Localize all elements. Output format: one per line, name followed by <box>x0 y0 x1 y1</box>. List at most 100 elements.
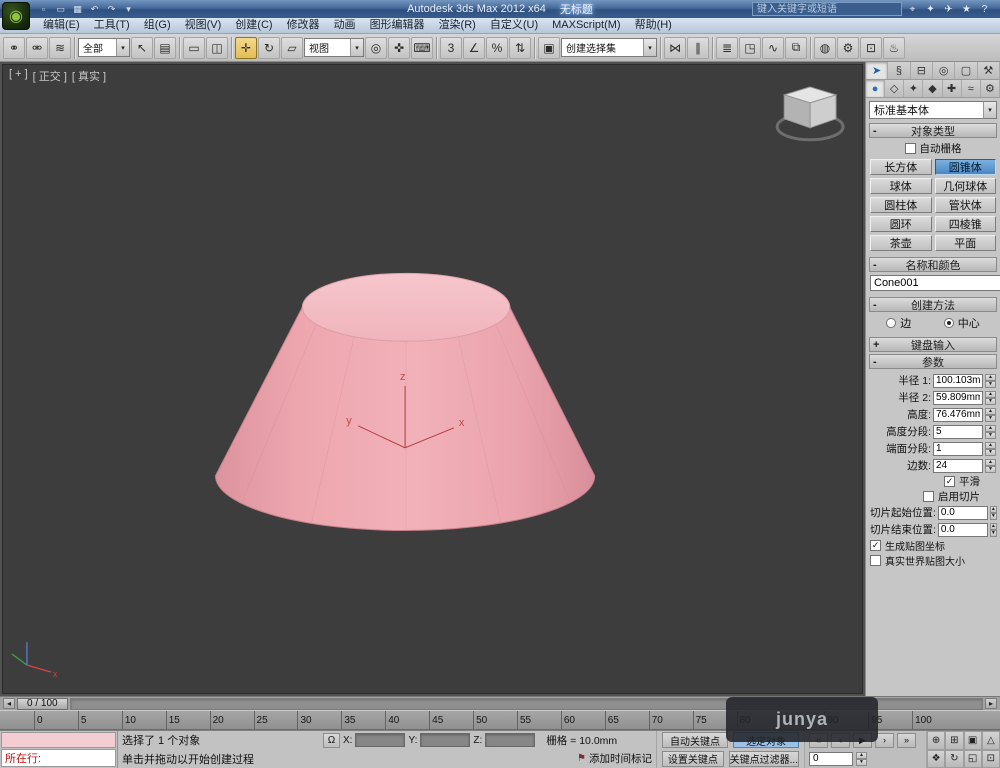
spinner-up-icon[interactable]: ▲ <box>990 506 997 513</box>
menu-rendering[interactable]: 渲染(R) <box>432 18 483 33</box>
reference-coordinate-dropdown[interactable]: 视图 ▾ <box>304 38 364 57</box>
selection-lock-icon[interactable]: Ω <box>323 733 340 748</box>
slice-to-input[interactable] <box>938 523 988 537</box>
redo-icon[interactable]: ↷ <box>104 2 119 16</box>
search-icon[interactable]: ⌖ <box>905 2 920 16</box>
rollout-keyboard-entry-header[interactable]: + 键盘输入 <box>869 337 997 352</box>
spinner-down-icon[interactable]: ▼ <box>990 530 997 537</box>
height-input[interactable] <box>933 408 983 422</box>
sides-input[interactable] <box>933 459 983 473</box>
current-frame-input[interactable] <box>809 752 853 766</box>
open-file-icon[interactable]: ▭ <box>53 2 68 16</box>
named-selection-sets-dropdown[interactable]: 创建选择集 ▾ <box>561 38 657 57</box>
tab-hierarchy[interactable]: ⊟ <box>911 62 933 79</box>
project-menu-icon[interactable]: ▾ <box>121 2 136 16</box>
percent-snap-toggle[interactable]: % <box>486 37 508 59</box>
rendered-frame-window-button[interactable]: ⊡ <box>860 37 882 59</box>
keyboard-override-toggle[interactable]: ⌨ <box>411 37 433 59</box>
rollout-parameters-header[interactable]: - 参数 <box>869 354 997 369</box>
menu-group[interactable]: 组(G) <box>137 18 178 33</box>
smooth-checkbox[interactable]: ✓ 平滑 <box>870 474 996 489</box>
rollout-name-color-header[interactable]: - 名称和颜色 <box>869 257 997 272</box>
spinner-up-icon[interactable]: ▲ <box>985 391 996 398</box>
go-to-end-button[interactable]: » <box>897 733 916 748</box>
button-teapot[interactable]: 茶壶 <box>870 235 932 251</box>
coordinate-x-input[interactable] <box>355 733 405 747</box>
spinner-up-icon[interactable]: ▲ <box>985 425 996 432</box>
button-geosphere[interactable]: 几何球体 <box>935 178 997 194</box>
align-button[interactable]: ∥ <box>687 37 709 59</box>
selection-filter-dropdown[interactable]: 全部 ▾ <box>78 38 130 57</box>
menu-views[interactable]: 视图(V) <box>178 18 229 33</box>
tab-motion[interactable]: ◎ <box>933 62 955 79</box>
zoom-region-icon[interactable]: ◱ <box>964 750 982 768</box>
button-plane[interactable]: 平面 <box>935 235 997 251</box>
infocenter-search-input[interactable] <box>752 2 902 16</box>
spinner-down-icon[interactable]: ▼ <box>985 398 996 405</box>
slice-from-input[interactable] <box>938 506 988 520</box>
unlink-selection-button[interactable]: ⚮ <box>26 37 48 59</box>
button-tube[interactable]: 管状体 <box>935 197 997 213</box>
spinner-down-icon[interactable]: ▼ <box>985 415 996 422</box>
new-file-icon[interactable]: ▫ <box>36 2 51 16</box>
select-by-name-button[interactable]: ▤ <box>154 37 176 59</box>
zoom-extents-icon[interactable]: ▣ <box>964 731 982 750</box>
rectangular-selection-region-button[interactable]: ▭ <box>183 37 205 59</box>
radius2-input[interactable] <box>933 391 983 405</box>
ribbon-toggle-button[interactable]: ◳ <box>739 37 761 59</box>
category-helpers[interactable]: ✚ <box>943 80 962 97</box>
angle-snap-toggle[interactable]: ∠ <box>463 37 485 59</box>
subscription-icon[interactable]: ✦ <box>923 2 938 16</box>
select-and-rotate-button[interactable]: ↻ <box>258 37 280 59</box>
menu-animation[interactable]: 动画 <box>327 18 363 33</box>
zoom-all-icon[interactable]: ⊞ <box>945 731 963 750</box>
menu-maxscript[interactable]: MAXScript(M) <box>545 18 627 33</box>
save-file-icon[interactable]: ▦ <box>70 2 85 16</box>
radio-edge[interactable]: 边 <box>886 315 911 331</box>
next-frame-arrow[interactable]: ▸ <box>985 698 997 709</box>
spinner-up-icon[interactable]: ▲ <box>856 752 867 759</box>
menu-create[interactable]: 创建(C) <box>228 18 279 33</box>
select-and-link-button[interactable]: ⚭ <box>3 37 25 59</box>
set-key-button[interactable]: 设置关键点 <box>662 751 724 767</box>
time-slider[interactable]: 0 / 100 <box>17 698 68 710</box>
view-cube[interactable] <box>777 87 843 140</box>
menu-modifiers[interactable]: 修改器 <box>280 18 327 33</box>
spin-down-icon[interactable]: ▼ <box>990 513 997 520</box>
viewport-menu-general[interactable]: [ + ] <box>9 68 28 84</box>
window-crossing-toggle[interactable]: ◫ <box>206 37 228 59</box>
zoom-icon[interactable]: ⊕ <box>927 731 945 750</box>
spinner-up-icon[interactable]: ▲ <box>985 374 996 381</box>
category-geometry[interactable]: ● <box>866 80 885 97</box>
button-box[interactable]: 长方体 <box>870 159 932 175</box>
bind-to-space-warp-button[interactable]: ≋ <box>49 37 71 59</box>
object-name-input[interactable] <box>870 275 1000 291</box>
tab-display[interactable]: ▢ <box>955 62 977 79</box>
category-cameras[interactable]: ◆ <box>923 80 942 97</box>
render-setup-button[interactable]: ⚙ <box>837 37 859 59</box>
menu-edit[interactable]: 编辑(E) <box>36 18 87 33</box>
help-icon[interactable]: ? <box>977 2 992 16</box>
material-editor-button[interactable]: ◍ <box>814 37 836 59</box>
tab-modify[interactable]: § <box>888 62 910 79</box>
undo-icon[interactable]: ↶ <box>87 2 102 16</box>
viewport[interactable]: [ + ] [ 正交 ] [ 真实 ] <box>2 64 863 694</box>
button-cylinder[interactable]: 圆柱体 <box>870 197 932 213</box>
maximize-viewport-icon[interactable]: ⊡ <box>982 750 1000 768</box>
height-segments-input[interactable] <box>933 425 983 439</box>
spinner-down-icon[interactable]: ▼ <box>985 466 996 473</box>
rollout-object-type-header[interactable]: - 对象类型 <box>869 123 997 138</box>
select-and-manipulate-button[interactable]: ✜ <box>388 37 410 59</box>
curve-editor-button[interactable]: ∿ <box>762 37 784 59</box>
use-pivot-center-button[interactable]: ◎ <box>365 37 387 59</box>
spinner-down-icon[interactable]: ▼ <box>985 381 996 388</box>
scene-3d[interactable]: z y x x <box>3 65 862 693</box>
spinner-down-icon[interactable]: ▼ <box>985 432 996 439</box>
edit-named-selection-sets-button[interactable]: ▣ <box>538 37 560 59</box>
coordinate-z-input[interactable] <box>485 733 535 747</box>
add-time-tag-button[interactable]: ⚑ 添加时间标记 <box>577 751 652 766</box>
auto-key-button[interactable]: 自动关键点 <box>662 732 728 748</box>
button-cone[interactable]: 圆锥体 <box>935 159 997 175</box>
button-sphere[interactable]: 球体 <box>870 178 932 194</box>
viewport-menu-shading[interactable]: [ 真实 ] <box>72 68 106 84</box>
